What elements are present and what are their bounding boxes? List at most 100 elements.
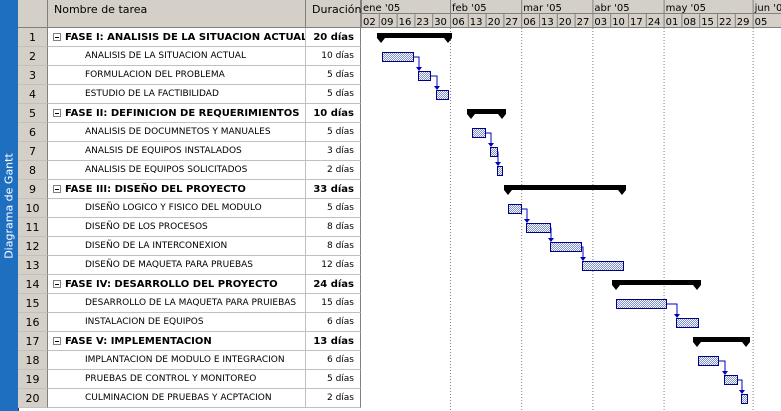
row-number[interactable]: 5 bbox=[18, 104, 48, 123]
task-name-cell[interactable]: FASE I: ANALISIS DE LA SITUACION ACTUAL bbox=[48, 28, 306, 47]
row-number[interactable]: 12 bbox=[18, 237, 48, 256]
task-name-cell[interactable]: DISEÑO LOGICO Y FISICO DEL MODULO bbox=[48, 199, 306, 218]
task-row[interactable]: 16 INSTALACION DE EQUIPOS 6 días bbox=[18, 313, 361, 332]
row-number[interactable]: 11 bbox=[18, 218, 48, 237]
row-number[interactable]: 16 bbox=[18, 313, 48, 332]
duration-cell[interactable]: 5 días bbox=[306, 370, 361, 389]
duration-cell[interactable]: 6 días bbox=[306, 351, 361, 370]
task-name-text: INSTALACION DE EQUIPOS bbox=[85, 317, 204, 327]
row-number[interactable]: 19 bbox=[18, 370, 48, 389]
summary-bar bbox=[377, 33, 452, 38]
task-row[interactable]: 6 ANALISIS DE DOCUMNETOS Y MANUALES 5 días bbox=[18, 123, 361, 142]
dependency-arrow-icon bbox=[524, 219, 530, 223]
month-label: ene '05 bbox=[363, 3, 400, 14]
duration-cell[interactable]: 33 días bbox=[306, 180, 361, 199]
task-name-cell[interactable]: ANALISIS DE LA SITUACION ACTUAL bbox=[48, 47, 306, 66]
task-name-cell[interactable]: DISEÑO DE MAQUETA PARA PRUEBAS bbox=[48, 256, 306, 275]
summary-task-row[interactable]: 1 FASE I: ANALISIS DE LA SITUACION ACTUAL… bbox=[18, 28, 361, 47]
task-name-cell[interactable]: DESARROLLO DE LA MAQUETA PARA PRUIEBAS bbox=[48, 294, 306, 313]
task-name-text: IMPLANTACION DE MODULO E INTEGRACION bbox=[85, 355, 285, 365]
collapse-icon[interactable] bbox=[53, 280, 61, 288]
task-name-cell[interactable]: CULMINACION DE PRUEBAS Y ACPTACION bbox=[48, 389, 306, 408]
task-name-cell[interactable]: ANALISIS DE DOCUMNETOS Y MANUALES bbox=[48, 123, 306, 142]
duration-cell[interactable]: 12 días bbox=[306, 256, 361, 275]
duration-cell[interactable]: 10 días bbox=[306, 104, 361, 123]
duration-cell[interactable]: 6 días bbox=[306, 313, 361, 332]
duration-cell[interactable]: 2 días bbox=[306, 161, 361, 180]
row-number[interactable]: 10 bbox=[18, 199, 48, 218]
row-number[interactable]: 2 bbox=[18, 47, 48, 66]
task-row[interactable]: 20 CULMINACION DE PRUEBAS Y ACPTACION 2 dí… bbox=[18, 389, 361, 408]
task-row[interactable]: 19 PRUEBAS DE CONTROL Y MONITOREO 5 días bbox=[18, 370, 361, 389]
row-number[interactable]: 15 bbox=[18, 294, 48, 313]
duration-cell[interactable]: 5 días bbox=[306, 85, 361, 104]
task-row[interactable]: 15 DESARROLLO DE LA MAQUETA PARA PRUIEBAS… bbox=[18, 294, 361, 313]
summary-task-row[interactable]: 9 FASE III: DISEÑO DEL PROYECTO 33 días bbox=[18, 180, 361, 199]
week-label: 20 bbox=[559, 17, 572, 28]
duration-cell[interactable]: 5 días bbox=[306, 66, 361, 85]
task-row[interactable]: 11 DISEÑO DE LOS PROCESOS 8 días bbox=[18, 218, 361, 237]
row-number[interactable]: 13 bbox=[18, 256, 48, 275]
duration-cell[interactable]: 13 días bbox=[306, 332, 361, 351]
collapse-icon[interactable] bbox=[53, 33, 61, 41]
task-name-cell[interactable]: FASE II: DEFINICION DE REQUERIMIENTOS bbox=[48, 104, 306, 123]
duration-cell[interactable]: 10 días bbox=[306, 47, 361, 66]
task-row[interactable]: 13 DISEÑO DE MAQUETA PARA PRUEBAS 12 días bbox=[18, 256, 361, 275]
task-name-cell[interactable]: FASE V: IMPLEMENTACION bbox=[48, 332, 306, 351]
duration-cell[interactable]: 20 días bbox=[306, 28, 361, 47]
view-bar[interactable]: Diagrama de Gantt bbox=[0, 0, 19, 411]
task-name-cell[interactable]: INSTALACION DE EQUIPOS bbox=[48, 313, 306, 332]
task-name-header[interactable]: Nombre de tarea bbox=[48, 0, 306, 28]
task-row[interactable]: 8 ANALISIS DE EQUIPOS SOLICITADOS 2 días bbox=[18, 161, 361, 180]
row-number[interactable]: 3 bbox=[18, 66, 48, 85]
task-name-cell[interactable]: DISEÑO DE LA INTERCONEXION bbox=[48, 237, 306, 256]
task-name-cell[interactable]: FORMULACION DEL PROBLEMA bbox=[48, 66, 306, 85]
summary-task-row[interactable]: 5 FASE II: DEFINICION DE REQUERIMIENTOS 10… bbox=[18, 104, 361, 123]
duration-cell[interactable]: 5 días bbox=[306, 199, 361, 218]
week-label: 20 bbox=[488, 17, 501, 28]
summary-task-row[interactable]: 14 FASE IV: DESARROLLO DEL PROYECTO 24 día… bbox=[18, 275, 361, 294]
row-number[interactable]: 14 bbox=[18, 275, 48, 294]
task-name-cell[interactable]: FASE IV: DESARROLLO DEL PROYECTO bbox=[48, 275, 306, 294]
collapse-icon[interactable] bbox=[53, 109, 61, 117]
task-row[interactable]: 12 DISEÑO DE LA INTERCONEXION 8 días bbox=[18, 237, 361, 256]
duration-cell[interactable]: 3 días bbox=[306, 142, 361, 161]
gantt-chart: 02 09 16 23 30 06 13 20 27 06 13 20 27 03 10 17 24 01 08 15… bbox=[361, 0, 781, 411]
duration-cell[interactable]: 8 días bbox=[306, 218, 361, 237]
collapse-icon[interactable] bbox=[53, 185, 61, 193]
row-number[interactable]: 20 bbox=[18, 389, 48, 408]
task-name-cell[interactable]: ANALSIS DE EQUIPOS INSTALADOS bbox=[48, 142, 306, 161]
task-name-cell[interactable]: DISEÑO DE LOS PROCESOS bbox=[48, 218, 306, 237]
task-name-cell[interactable]: ANALISIS DE EQUIPOS SOLICITADOS bbox=[48, 161, 306, 180]
row-number[interactable]: 6 bbox=[18, 123, 48, 142]
task-row[interactable]: 4 ESTUDIO DE LA FACTIBILIDAD 5 días bbox=[18, 85, 361, 104]
task-name-cell[interactable]: IMPLANTACION DE MODULO E INTEGRACION bbox=[48, 351, 306, 370]
row-number[interactable]: 8 bbox=[18, 161, 48, 180]
task-row[interactable]: 7 ANALSIS DE EQUIPOS INSTALADOS 3 días bbox=[18, 142, 361, 161]
duration-cell[interactable]: 5 días bbox=[306, 123, 361, 142]
week-label: 13 bbox=[541, 17, 554, 28]
row-number[interactable]: 18 bbox=[18, 351, 48, 370]
row-number[interactable]: 9 bbox=[18, 180, 48, 199]
summary-bar-start-cap bbox=[504, 190, 512, 195]
task-name-cell[interactable]: FASE III: DISEÑO DEL PROYECTO bbox=[48, 180, 306, 199]
task-name-cell[interactable]: PRUEBAS DE CONTROL Y MONITOREO bbox=[48, 370, 306, 389]
row-number[interactable]: 4 bbox=[18, 85, 48, 104]
duration-cell[interactable]: 8 días bbox=[306, 237, 361, 256]
row-number[interactable]: 17 bbox=[18, 332, 48, 351]
row-number[interactable]: 7 bbox=[18, 142, 48, 161]
duration-cell[interactable]: 2 días bbox=[306, 389, 361, 408]
view-bar-label-container: Diagrama de Gantt bbox=[0, 0, 18, 411]
duration-cell[interactable]: 15 días bbox=[306, 294, 361, 313]
row-number[interactable]: 1 bbox=[18, 28, 48, 47]
duration-header[interactable]: Duración bbox=[306, 0, 362, 28]
task-row[interactable]: 2 ANALISIS DE LA SITUACION ACTUAL 10 días bbox=[18, 47, 361, 66]
summary-task-row[interactable]: 17 FASE V: IMPLEMENTACION 13 días bbox=[18, 332, 361, 351]
task-row[interactable]: 18 IMPLANTACION DE MODULO E INTEGRACION 6 … bbox=[18, 351, 361, 370]
task-row[interactable]: 3 FORMULACION DEL PROBLEMA 5 días bbox=[18, 66, 361, 85]
task-row[interactable]: 10 DISEÑO LOGICO Y FISICO DEL MODULO 5 día… bbox=[18, 199, 361, 218]
row-number-header[interactable] bbox=[18, 0, 48, 28]
duration-cell[interactable]: 24 días bbox=[306, 275, 361, 294]
collapse-icon[interactable] bbox=[53, 337, 61, 345]
task-name-cell[interactable]: ESTUDIO DE LA FACTIBILIDAD bbox=[48, 85, 306, 104]
